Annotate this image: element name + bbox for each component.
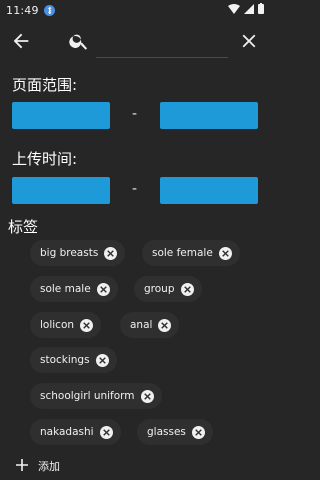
tag-chip[interactable]: big breasts [30, 240, 126, 266]
search-button[interactable] [68, 30, 90, 52]
tag-chip-label: schoolgirl uniform [40, 390, 135, 402]
wifi-icon [228, 3, 240, 17]
upload-time-to-input[interactable] [160, 177, 258, 204]
tag-chip[interactable]: lolicon [30, 312, 102, 338]
remove-tag-icon[interactable] [99, 425, 113, 439]
status-time: 11:49 [6, 3, 39, 17]
add-tag-button[interactable]: 添加 [16, 458, 60, 474]
tag-chip-label: group [144, 283, 175, 295]
page-range-to-input[interactable] [160, 102, 258, 129]
close-icon [242, 34, 256, 48]
remove-tag-icon[interactable] [158, 318, 172, 332]
tag-chip[interactable]: sole female [142, 240, 240, 266]
upload-time-separator: - [132, 181, 138, 197]
remove-tag-icon[interactable] [180, 282, 194, 296]
remove-tag-icon[interactable] [104, 246, 118, 260]
back-arrow-icon [13, 33, 29, 49]
tag-chip-label: stockings [40, 354, 90, 366]
tag-chip[interactable]: stockings [30, 347, 117, 373]
tag-chip[interactable]: glasses [137, 419, 213, 445]
notification-icon [43, 4, 55, 16]
page-range-from-input[interactable] [12, 102, 110, 129]
page-range-separator: - [132, 106, 138, 122]
close-button[interactable] [238, 30, 260, 52]
tag-chip[interactable]: anal [120, 312, 180, 338]
plus-icon [16, 458, 28, 474]
remove-tag-icon[interactable] [140, 389, 154, 403]
upload-time-label: 上传时间: [12, 150, 78, 168]
remove-tag-icon[interactable] [191, 425, 205, 439]
back-button[interactable] [10, 30, 32, 52]
tag-chip[interactable]: nakadashi [30, 419, 121, 445]
tag-chip[interactable]: sole male [30, 276, 118, 302]
cell-signal-icon [244, 3, 254, 17]
remove-tag-icon[interactable] [80, 318, 94, 332]
battery-icon [258, 3, 264, 17]
remove-tag-icon[interactable] [95, 353, 109, 367]
upload-time-from-input[interactable] [12, 177, 110, 204]
tag-chip-label: glasses [147, 426, 186, 438]
status-bar: 11:49 [0, 0, 270, 20]
remove-tag-icon[interactable] [96, 282, 110, 296]
tags-label: 标签 [8, 218, 39, 236]
tag-chip-label: sole male [40, 283, 91, 295]
tag-chip-label: big breasts [40, 247, 99, 259]
tag-chip-label: lolicon [40, 319, 75, 331]
search-input[interactable] [96, 28, 228, 58]
tag-chip-label: nakadashi [40, 426, 94, 438]
tag-chip-label: anal [130, 319, 153, 331]
page-range-label: 页面范围: [12, 76, 78, 94]
tag-chip[interactable]: schoolgirl uniform [30, 383, 162, 409]
tag-chip-label: sole female [152, 247, 213, 259]
add-tag-label: 添加 [38, 460, 60, 473]
search-icon [69, 34, 88, 50]
tag-chip[interactable]: group [134, 276, 202, 302]
remove-tag-icon[interactable] [218, 246, 232, 260]
toolbar [0, 22, 270, 60]
